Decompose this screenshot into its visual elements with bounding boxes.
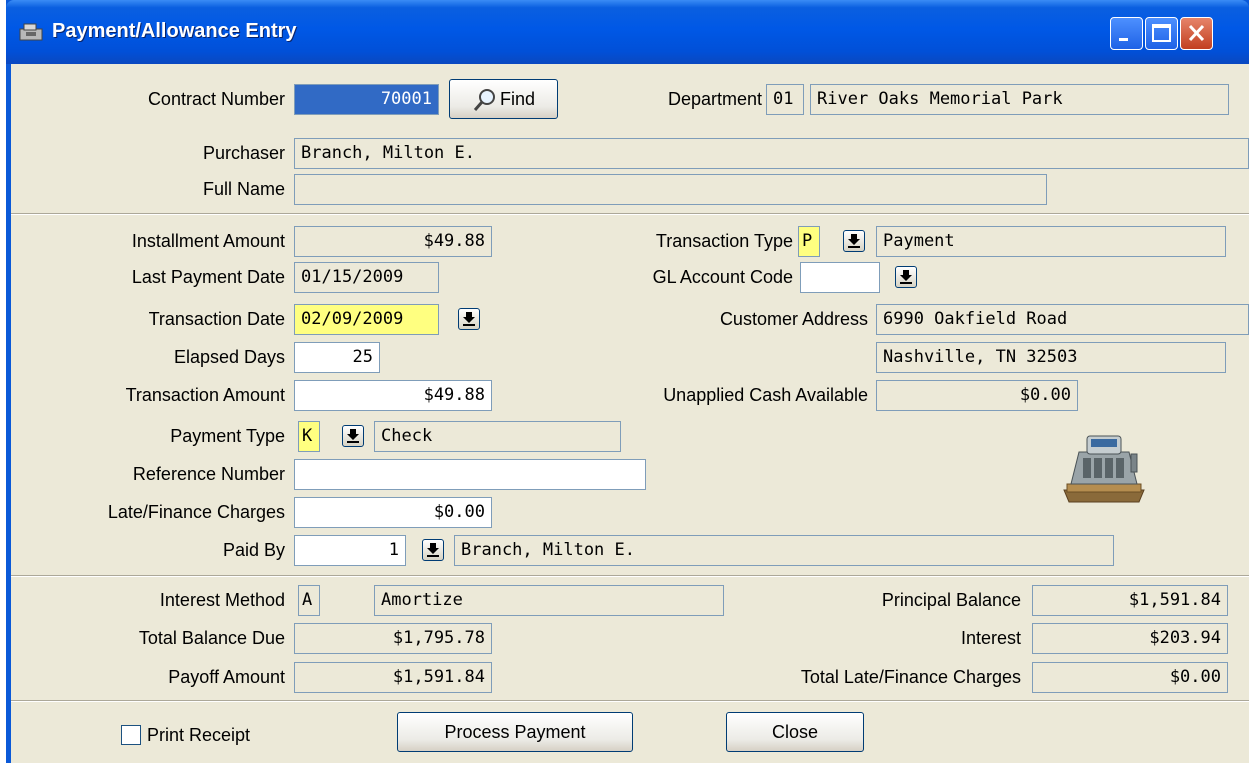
reference-number-field[interactable]	[294, 459, 646, 490]
section-divider	[11, 575, 1249, 577]
transaction-date-dropdown[interactable]	[458, 308, 480, 330]
full-name-field	[294, 174, 1047, 205]
arrow-down-icon	[900, 270, 912, 284]
paid-by-dropdown[interactable]	[422, 539, 444, 561]
payoff-amount-field: $1,591.84	[294, 662, 492, 693]
total-balance-due-label: Total Balance Due	[138, 628, 285, 648]
gl-account-dropdown[interactable]	[895, 266, 917, 288]
payment-type-label: Payment Type	[170, 426, 285, 446]
cash-register-icon	[18, 22, 44, 42]
department-label: Department	[667, 89, 762, 109]
close-window-button[interactable]	[1180, 17, 1213, 50]
paid-by-name-field: Branch, Milton E.	[454, 535, 1114, 566]
customer-address-line2-field: Nashville, TN 32503	[876, 342, 1226, 373]
find-button-label: Find	[499, 89, 535, 109]
total-late-finance-label: Total Late/Finance Charges	[800, 667, 1021, 687]
department-name-field: River Oaks Memorial Park	[810, 84, 1229, 115]
principal-balance-field: $1,591.84	[1032, 585, 1228, 616]
late-finance-charges-label: Late/Finance Charges	[107, 502, 285, 522]
elapsed-days-field[interactable]: 25	[294, 342, 380, 373]
reference-number-label: Reference Number	[132, 464, 285, 484]
customer-address-label: Customer Address	[719, 309, 868, 329]
last-payment-date-field: 01/15/2009	[294, 262, 439, 293]
section-divider	[11, 213, 1249, 215]
elapsed-days-label: Elapsed Days	[173, 347, 285, 367]
total-balance-due-field: $1,795.78	[294, 623, 492, 654]
payoff-amount-label: Payoff Amount	[168, 667, 285, 687]
magnifier-icon	[473, 89, 495, 112]
dialog-body: Contract Number 70001 Find Department 01…	[11, 64, 1249, 763]
section-divider	[11, 700, 1249, 702]
minimize-button[interactable]	[1110, 17, 1143, 50]
last-payment-date-label: Last Payment Date	[131, 267, 285, 287]
transaction-type-desc-field: Payment	[876, 226, 1226, 257]
total-late-finance-field: $0.00	[1032, 662, 1228, 693]
contract-number-field[interactable]: 70001	[294, 84, 439, 115]
interest-method-label: Interest Method	[159, 590, 285, 610]
arrow-down-icon	[848, 234, 860, 248]
interest-method-code-field: A	[298, 585, 320, 616]
close-icon	[1188, 24, 1205, 42]
unapplied-cash-field: $0.00	[876, 380, 1078, 411]
interest-method-desc-field: Amortize	[374, 585, 724, 616]
find-button[interactable]: Find	[449, 79, 558, 119]
transaction-amount-field[interactable]: $49.88	[294, 380, 492, 411]
minimize-icon	[1119, 38, 1128, 41]
cash-register-illustration	[1063, 435, 1145, 503]
payment-type-desc-field: Check	[374, 421, 621, 452]
payment-type-code-field[interactable]: K	[298, 421, 320, 452]
maximize-button[interactable]	[1145, 17, 1178, 50]
arrow-down-icon	[427, 543, 439, 557]
purchaser-label: Purchaser	[202, 143, 285, 163]
interest-field: $203.94	[1032, 623, 1228, 654]
paid-by-label: Paid By	[222, 540, 285, 560]
customer-address-line1-field: 6990 Oakfield Road	[876, 304, 1249, 335]
gl-account-code-label: GL Account Code	[652, 267, 793, 287]
arrow-down-icon	[463, 312, 475, 326]
payment-entry-window: Payment/Allowance Entry Contract Number …	[6, 0, 1249, 763]
principal-balance-label: Principal Balance	[881, 590, 1021, 610]
installment-amount-label: Installment Amount	[131, 231, 285, 251]
transaction-date-label: Transaction Date	[148, 309, 285, 329]
process-payment-label: Process Payment	[444, 722, 586, 742]
transaction-type-label: Transaction Type	[655, 231, 793, 251]
window-title: Payment/Allowance Entry	[52, 20, 297, 42]
interest-label: Interest	[960, 628, 1021, 648]
payment-type-dropdown[interactable]	[342, 425, 364, 447]
transaction-type-dropdown[interactable]	[843, 230, 865, 252]
unapplied-cash-label: Unapplied Cash Available	[663, 385, 868, 405]
full-name-label: Full Name	[202, 179, 285, 199]
purchaser-field: Branch, Milton E.	[294, 138, 1249, 169]
print-receipt-checkbox[interactable]	[121, 725, 141, 745]
title-bar[interactable]: Payment/Allowance Entry	[6, 0, 1249, 64]
installment-amount-field: $49.88	[294, 226, 492, 257]
transaction-date-field[interactable]: 02/09/2009	[294, 304, 439, 335]
close-button-label: Close	[771, 722, 819, 742]
arrow-down-icon	[347, 429, 359, 443]
print-receipt-label[interactable]: Print Receipt	[147, 725, 250, 746]
contract-number-label: Contract Number	[147, 89, 285, 109]
late-finance-charges-field[interactable]: $0.00	[294, 497, 492, 528]
paid-by-number-field[interactable]: 1	[294, 535, 406, 566]
maximize-icon	[1152, 24, 1171, 42]
transaction-amount-label: Transaction Amount	[125, 385, 285, 405]
department-code-field[interactable]: 01	[766, 84, 804, 115]
gl-account-code-field[interactable]	[800, 262, 880, 293]
transaction-type-code-field[interactable]: P	[798, 226, 820, 257]
close-button[interactable]: Close	[726, 712, 864, 752]
process-payment-button[interactable]: Process Payment	[397, 712, 633, 752]
